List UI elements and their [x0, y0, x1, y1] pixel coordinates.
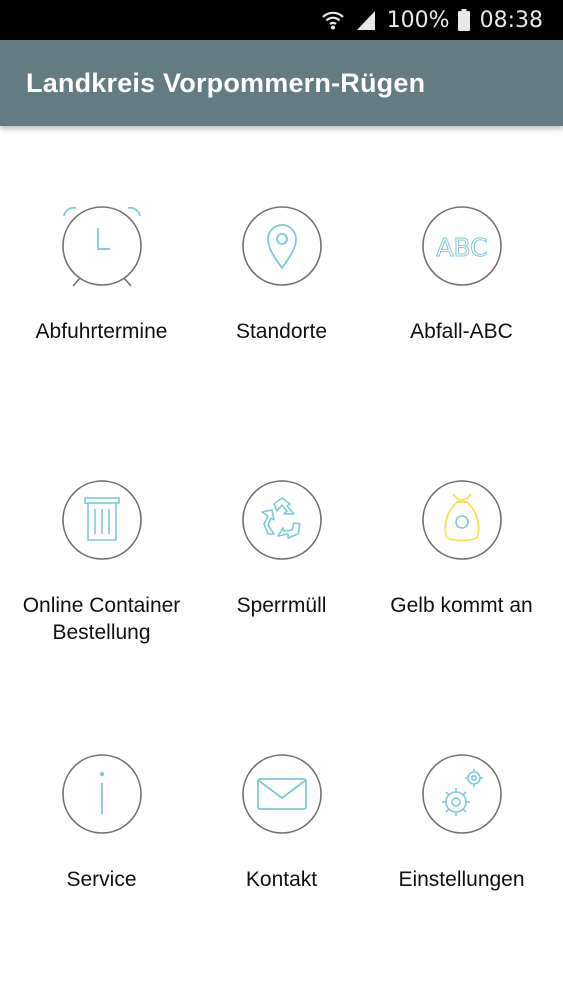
- menu-item-kontakt[interactable]: Kontakt: [191, 674, 372, 924]
- svg-text:ABC: ABC: [436, 233, 487, 262]
- info-icon: [60, 752, 144, 836]
- menu-item-label: Standorte: [235, 320, 328, 343]
- battery-icon: [457, 9, 470, 31]
- menu-item-service[interactable]: Service: [11, 674, 192, 924]
- mail-icon: [240, 752, 324, 836]
- menu-item-standorte[interactable]: Standorte: [191, 126, 372, 376]
- menu-item-einstellungen[interactable]: Einstellungen: [371, 674, 552, 924]
- trash-bin-icon: [60, 478, 144, 562]
- wifi-icon: [321, 9, 345, 31]
- battery-percentage: 100%: [386, 7, 450, 33]
- menu-item-label: Sperrmüll: [236, 594, 327, 617]
- menu-item-label: Einstellungen: [398, 868, 525, 891]
- signal-icon: [355, 9, 377, 31]
- alarm-clock-icon: [60, 204, 144, 288]
- menu-item-abfall-abc[interactable]: ABC Abfall-ABC: [371, 126, 552, 376]
- menu-grid: Abfuhrtermine Standorte ABC Abfall-ABC O…: [0, 126, 563, 1000]
- status-bar: 100% 08:38: [0, 0, 563, 40]
- menu-item-label: Online Container Bestellung: [22, 594, 181, 644]
- clock: 08:38: [479, 7, 543, 33]
- menu-item-label: Abfall-ABC: [410, 320, 513, 343]
- menu-item-label: Service: [66, 868, 137, 891]
- menu-item-gelb-kommt-an[interactable]: Gelb kommt an: [371, 400, 552, 650]
- menu-item-sperrmuell[interactable]: Sperrmüll: [191, 400, 372, 650]
- menu-item-label: Abfuhrtermine: [35, 320, 168, 343]
- app-bar: Landkreis Vorpommern-Rügen: [0, 40, 563, 126]
- yellow-bag-icon: [420, 478, 504, 562]
- menu-item-label: Gelb kommt an: [390, 594, 533, 617]
- menu-item-label: Kontakt: [245, 868, 318, 891]
- gears-icon: [420, 752, 504, 836]
- abc-icon: ABC: [420, 204, 504, 288]
- menu-item-online-container-bestellung[interactable]: Online Container Bestellung: [11, 400, 192, 650]
- menu-item-abfuhrtermine[interactable]: Abfuhrtermine: [11, 126, 192, 376]
- map-pin-icon: [240, 204, 324, 288]
- app-title: Landkreis Vorpommern-Rügen: [26, 67, 426, 98]
- recycle-icon: [240, 478, 324, 562]
